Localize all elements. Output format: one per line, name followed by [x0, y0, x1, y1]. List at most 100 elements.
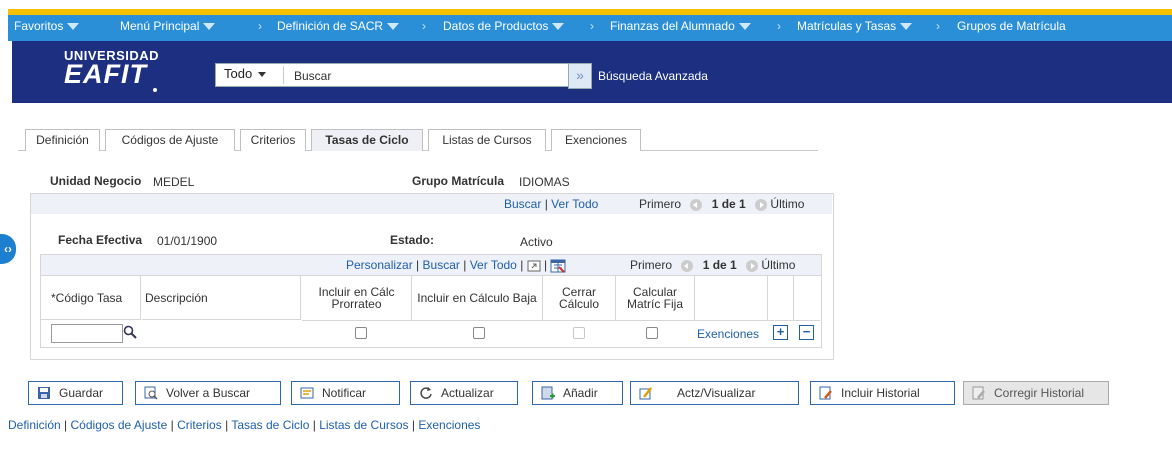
outer-buscar-link[interactable]: Buscar	[504, 197, 541, 211]
nav-datos-productos[interactable]: Datos de Productos	[443, 19, 565, 33]
chevron-down-icon	[900, 23, 913, 31]
search-scope-select[interactable]: Todo	[224, 66, 267, 81]
breadcrumb-separator: ›	[777, 19, 781, 33]
outer-ver-todo-link[interactable]: Ver Todo	[551, 197, 598, 211]
nav-finanzas-alumnado[interactable]: Finanzas del Alumnado	[610, 19, 751, 33]
footer-link-tasas-ciclo[interactable]: Tasas de Ciclo	[231, 418, 309, 432]
fecha-efectiva-value: 01/01/1900	[157, 234, 218, 248]
chevron-down-icon	[387, 23, 400, 31]
codigo-tasa-input[interactable]	[51, 324, 123, 343]
prev-arrow-icon[interactable]	[681, 259, 694, 272]
pipe-separator: |	[312, 418, 316, 432]
notificar-label: Notificar	[322, 386, 367, 400]
prev-arrow-icon[interactable]	[690, 198, 703, 211]
incluir-baja-checkbox[interactable]	[473, 327, 485, 339]
corregir-historial-label: Corregir Historial	[994, 386, 1085, 400]
pipe-separator: |	[544, 258, 548, 272]
corregir-historial-button[interactable]: Corregir Historial	[963, 381, 1109, 405]
zoom-grid-icon[interactable]	[527, 260, 541, 272]
actualizar-label: Actualizar	[441, 386, 494, 400]
refresh-icon	[420, 387, 432, 399]
nav-definicion-sacr[interactable]: Definición de SACR	[277, 19, 400, 33]
add-document-icon	[541, 386, 555, 400]
pipe-separator: |	[64, 418, 68, 432]
next-arrow-icon[interactable]	[755, 198, 768, 211]
add-row-button[interactable]: +	[773, 325, 788, 340]
col-incluir-prorrateo: Incluir en Cálc Prorrateo	[302, 276, 412, 321]
tab-criterios[interactable]: Criterios	[240, 129, 306, 151]
footer-link-criterios[interactable]: Criterios	[177, 418, 222, 432]
tab-tasas-ciclo[interactable]: Tasas de Ciclo	[311, 129, 423, 151]
grid-ver-todo-link[interactable]: Ver Todo	[470, 258, 517, 272]
outer-count: 1 de 1	[711, 197, 746, 211]
exenciones-row-link[interactable]: Exenciones	[697, 327, 759, 341]
nav-matriculas-tasas-label: Matrículas y Tasas	[797, 19, 897, 33]
outer-nav-links: Buscar | Ver Todo	[504, 197, 598, 211]
actz-visualizar-label: Actz/Visualizar	[677, 386, 756, 400]
chevron-down-icon	[258, 72, 267, 78]
actualizar-button[interactable]: Actualizar	[410, 381, 518, 405]
nav-favoritos-label: Favoritos	[14, 19, 64, 33]
search-go-button[interactable]: »	[568, 63, 592, 89]
include-history-icon	[819, 386, 832, 400]
col-exenciones-empty	[695, 276, 768, 321]
nav-menu-principal-label: Menú Principal	[120, 19, 200, 33]
grid-buscar-link[interactable]: Buscar	[423, 258, 460, 272]
incluir-historial-button[interactable]: Incluir Historial	[810, 381, 955, 405]
advanced-search-link[interactable]: Búsqueda Avanzada	[598, 69, 708, 83]
col-cerrar-calculo: Cerrar Cálculo	[543, 276, 616, 321]
nav-menu-principal[interactable]: Menú Principal	[120, 19, 216, 33]
volver-buscar-label: Volver a Buscar	[166, 386, 251, 400]
footer-link-definicion[interactable]: Definición	[8, 418, 61, 432]
remove-row-button[interactable]: −	[799, 325, 814, 340]
download-excel-icon[interactable]	[550, 259, 566, 273]
search-input[interactable]: Buscar	[294, 69, 331, 83]
incluir-prorrateo-checkbox[interactable]	[355, 327, 367, 339]
notify-icon	[300, 387, 314, 399]
back-search-icon	[144, 386, 158, 400]
grid-primero-label: Primero	[630, 258, 673, 272]
col-add-empty	[768, 276, 794, 321]
nav-favoritos[interactable]: Favoritos	[14, 19, 80, 33]
footer-links: Definición | Códigos de Ajuste | Criteri…	[8, 418, 480, 432]
search-box[interactable]	[215, 63, 569, 87]
search-lookup-icon[interactable]	[123, 325, 137, 339]
pipe-separator: |	[544, 197, 548, 211]
pipe-separator: |	[225, 418, 229, 432]
calcular-matric-fija-checkbox[interactable]	[646, 327, 658, 339]
footer-link-codigos-ajuste[interactable]: Códigos de Ajuste	[71, 418, 168, 432]
grupo-matricula-label: Grupo Matrícula	[412, 174, 505, 188]
anadir-button[interactable]: Añadir	[532, 381, 623, 405]
estado-label: Estado:	[390, 233, 435, 247]
pipe-separator: |	[170, 418, 174, 432]
outer-primero-label: Primero	[639, 197, 682, 211]
actz-visualizar-button[interactable]: Actz/Visualizar	[630, 381, 799, 405]
tab-exenciones[interactable]: Exenciones	[551, 129, 641, 151]
personalizar-link[interactable]: Personalizar	[346, 258, 413, 272]
tab-codigos-ajuste[interactable]: Códigos de Ajuste	[105, 129, 235, 151]
next-arrow-icon[interactable]	[746, 259, 759, 272]
col-incluir-baja: Incluir en Cálculo Baja	[412, 276, 543, 321]
guardar-button[interactable]: Guardar	[28, 381, 123, 405]
unidad-negocio-value: MEDEL	[153, 175, 195, 189]
tab-definicion[interactable]: Definición	[25, 129, 100, 151]
incluir-historial-label: Incluir Historial	[841, 386, 920, 400]
logo-eafit: EAFIT	[64, 59, 147, 89]
nav-grupos-matricula[interactable]: Grupos de Matrícula	[957, 19, 1066, 33]
outer-ultimo-label: Último	[770, 197, 805, 211]
tab-listas-cursos[interactable]: Listas de Cursos	[428, 129, 546, 151]
pipe-separator: |	[411, 418, 416, 432]
volver-buscar-button[interactable]: Volver a Buscar	[135, 381, 281, 405]
footer-link-exenciones[interactable]: Exenciones	[418, 418, 480, 432]
side-panel-handle[interactable]: ‹›	[0, 234, 16, 264]
col-calcular-matric-fija: Calcular Matríc Fija	[616, 276, 695, 321]
chevron-down-icon	[203, 23, 216, 31]
notificar-button[interactable]: Notificar	[291, 381, 400, 405]
save-icon	[38, 387, 50, 399]
nav-matriculas-tasas[interactable]: Matrículas y Tasas	[797, 19, 913, 33]
grid-pager: Primero 1 de 1 Último	[630, 258, 795, 272]
fecha-efectiva-label: Fecha Efectiva	[58, 233, 143, 247]
outer-pager: Primero 1 de 1 Último	[639, 197, 804, 211]
nav-finanzas-alumnado-label: Finanzas del Alumnado	[610, 19, 735, 33]
footer-link-listas-cursos[interactable]: Listas de Cursos	[319, 418, 408, 432]
